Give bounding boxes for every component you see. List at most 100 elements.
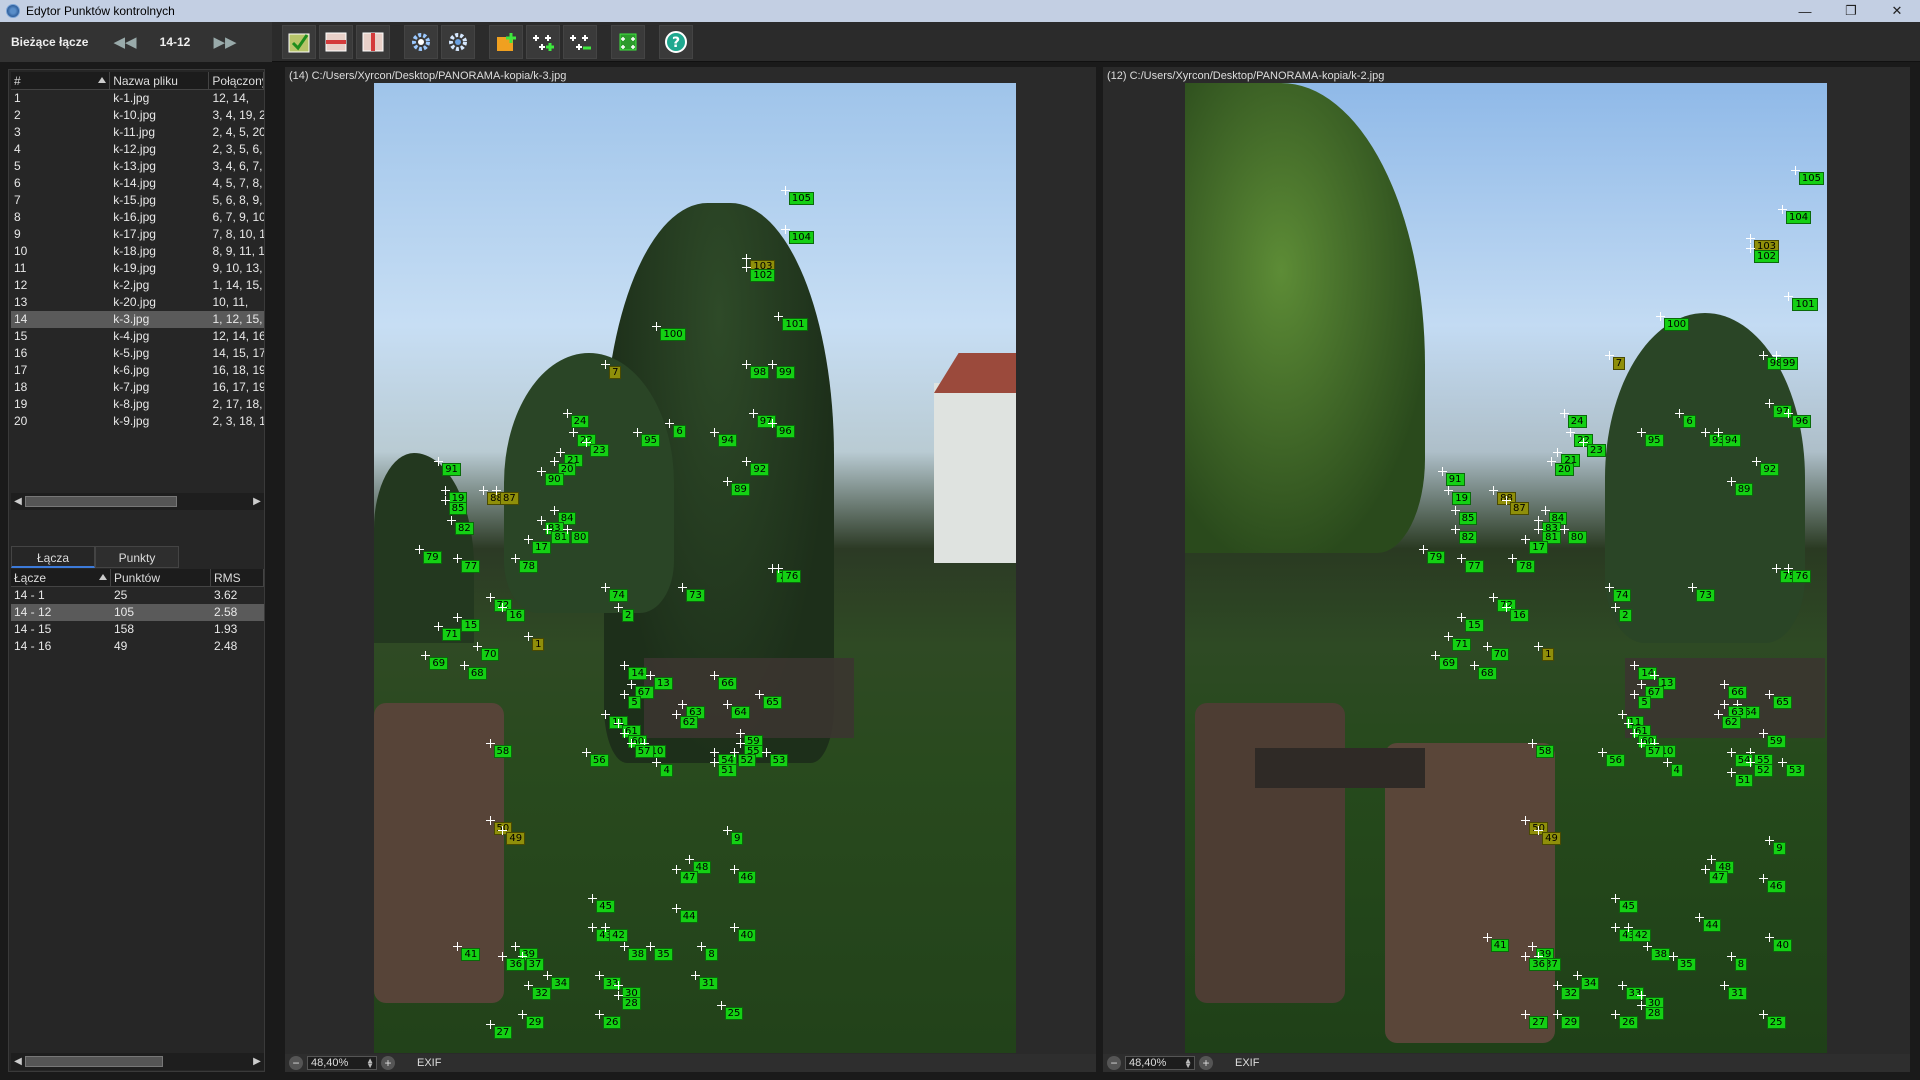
table-row[interactable]: 4 k-12.jpg 2, 3, 5, 6,: [11, 141, 264, 158]
table-row[interactable]: 20 k-9.jpg 2, 3, 18, 19: [11, 413, 264, 430]
control-point-label[interactable]: 49: [506, 831, 526, 845]
control-point-label[interactable]: 34: [1580, 977, 1600, 991]
control-point-label[interactable]: 52: [737, 754, 757, 768]
control-point-label[interactable]: 89: [731, 482, 750, 496]
control-point-label[interactable]: 1: [532, 637, 545, 651]
col-connected-header[interactable]: Połączony: [209, 72, 264, 89]
control-point-label[interactable]: 91: [442, 463, 461, 477]
table-row[interactable]: 15 k-4.jpg 12, 14, 16,: [11, 328, 264, 345]
control-point-label[interactable]: 100: [660, 327, 686, 341]
control-point-label[interactable]: 49: [1542, 831, 1561, 845]
control-point-label[interactable]: 99: [1779, 356, 1799, 370]
control-point-label[interactable]: 29: [1561, 1016, 1581, 1030]
control-point-label[interactable]: 87: [499, 492, 519, 506]
control-point-label[interactable]: 71: [1452, 637, 1471, 651]
table-row[interactable]: 13 k-20.jpg 10, 11,: [11, 294, 264, 311]
control-point-label[interactable]: 80: [1567, 531, 1587, 545]
control-point-label[interactable]: 74: [1612, 589, 1632, 603]
control-point-label[interactable]: 17: [1529, 540, 1548, 554]
control-point-label[interactable]: 73: [686, 589, 705, 603]
settings-button[interactable]: [441, 25, 475, 59]
control-point-label[interactable]: 101: [1792, 298, 1818, 312]
control-point-label[interactable]: 53: [769, 754, 789, 768]
left-photo[interactable]: 105 104 103 102 101 100 7 98 99 97 96 6 95 94 24 22 23 21…: [374, 83, 1016, 1053]
control-point-label[interactable]: 80: [570, 531, 590, 545]
control-point-label[interactable]: 58: [493, 744, 513, 758]
control-point-label[interactable]: 77: [461, 560, 481, 574]
table-row[interactable]: 12 k-2.jpg 1, 14, 15,: [11, 277, 264, 294]
maximize-button[interactable]: ❐: [1828, 0, 1874, 22]
zoom-in-button[interactable]: +: [1199, 1056, 1213, 1070]
control-point-label[interactable]: 9: [1773, 841, 1786, 855]
control-point-label[interactable]: 34: [551, 977, 571, 991]
control-point-label[interactable]: 32: [532, 987, 551, 1001]
remove-points-button[interactable]: [563, 25, 597, 59]
files-horizontal-scrollbar[interactable]: ◀ ▶: [11, 493, 264, 510]
control-point-label[interactable]: 31: [1728, 987, 1747, 1001]
control-point-label[interactable]: 35: [654, 948, 673, 962]
control-point-label[interactable]: 92: [750, 463, 770, 477]
control-point-label[interactable]: 5: [1638, 696, 1651, 710]
control-point-label[interactable]: 2: [621, 608, 635, 622]
control-point-label[interactable]: 58: [1535, 744, 1555, 758]
exif-button[interactable]: EXIF: [1235, 1057, 1259, 1069]
control-point-label[interactable]: 82: [1458, 531, 1478, 545]
accept-button[interactable]: [282, 25, 316, 59]
control-point-label[interactable]: 71: [442, 628, 461, 642]
control-point-label[interactable]: 85: [1458, 511, 1478, 525]
table-row[interactable]: 14 - 16 49 2.48: [11, 638, 264, 655]
table-row[interactable]: 14 - 15 158 1.93: [11, 621, 264, 638]
control-point-label[interactable]: 37: [525, 958, 545, 971]
control-point-label[interactable]: 77: [1465, 560, 1484, 574]
control-point-label[interactable]: 104: [788, 230, 814, 244]
control-point-label[interactable]: 66: [1728, 686, 1747, 700]
control-point-label[interactable]: 36: [506, 958, 526, 971]
col-index-header[interactable]: #: [11, 72, 111, 89]
spin-icon[interactable]: ▲ ▼: [1184, 1057, 1192, 1070]
add-points-button[interactable]: [526, 25, 560, 59]
control-point-label[interactable]: 15: [461, 618, 481, 632]
zoom-out-button[interactable]: −: [1107, 1056, 1121, 1070]
help-button[interactable]: ?: [659, 25, 693, 59]
control-point-label[interactable]: 53: [1786, 764, 1805, 777]
control-point-label[interactable]: 6: [1683, 414, 1696, 428]
control-point-label[interactable]: 23: [1587, 443, 1606, 457]
control-point-label[interactable]: 69: [429, 657, 449, 671]
table-row[interactable]: 1 k-1.jpg 12, 14,: [11, 90, 264, 107]
control-point-label[interactable]: 102: [1753, 249, 1780, 263]
table-row[interactable]: 11 k-19.jpg 9, 10, 13,: [11, 260, 264, 277]
col-filename-header[interactable]: Nazwa pliku: [110, 72, 210, 89]
zoom-input[interactable]: 48,40% ▲ ▼: [307, 1056, 377, 1070]
control-point-label[interactable]: 68: [1477, 667, 1497, 680]
control-point-label[interactable]: 69: [1439, 657, 1459, 671]
control-point-label[interactable]: 59: [1766, 734, 1786, 748]
control-point-label[interactable]: 4: [660, 764, 673, 777]
control-point-label[interactable]: 47: [1709, 870, 1728, 884]
table-row[interactable]: 7 k-15.jpg 5, 6, 8, 9,: [11, 192, 264, 209]
control-point-label[interactable]: 42: [1631, 928, 1651, 942]
control-point-label[interactable]: 44: [679, 909, 699, 923]
control-point-label[interactable]: 96: [776, 424, 795, 438]
control-point-label[interactable]: 36: [1529, 958, 1548, 971]
table-row[interactable]: 3 k-11.jpg 2, 4, 5, 20,: [11, 124, 264, 141]
next-link-button[interactable]: ▶▶: [211, 30, 239, 54]
control-point-label[interactable]: 31: [699, 977, 718, 991]
table-row[interactable]: 18 k-7.jpg 16, 17, 19,: [11, 379, 264, 396]
control-point-label[interactable]: 1: [1542, 647, 1555, 661]
scroll-left-icon[interactable]: ◀: [11, 493, 25, 510]
control-point-label[interactable]: 57: [634, 744, 654, 758]
detect-points-button[interactable]: [404, 25, 438, 59]
control-point-label[interactable]: 15: [1465, 618, 1484, 632]
control-point-label[interactable]: 27: [493, 1025, 513, 1039]
control-point-label[interactable]: 52: [1753, 764, 1773, 777]
table-row[interactable]: 5 k-13.jpg 3, 4, 6, 7,: [11, 158, 264, 175]
control-point-label[interactable]: 56: [589, 754, 609, 768]
table-row[interactable]: 14 - 1 25 3.62: [11, 587, 264, 604]
control-point-label[interactable]: 8: [1734, 958, 1748, 971]
zoom-out-button[interactable]: −: [289, 1056, 303, 1070]
split-vertical-button[interactable]: [356, 25, 390, 59]
control-point-label[interactable]: 26: [602, 1016, 622, 1030]
control-point-label[interactable]: 46: [1766, 880, 1786, 894]
control-point-label[interactable]: 40: [1773, 938, 1792, 952]
control-point-label[interactable]: 13: [654, 676, 673, 690]
